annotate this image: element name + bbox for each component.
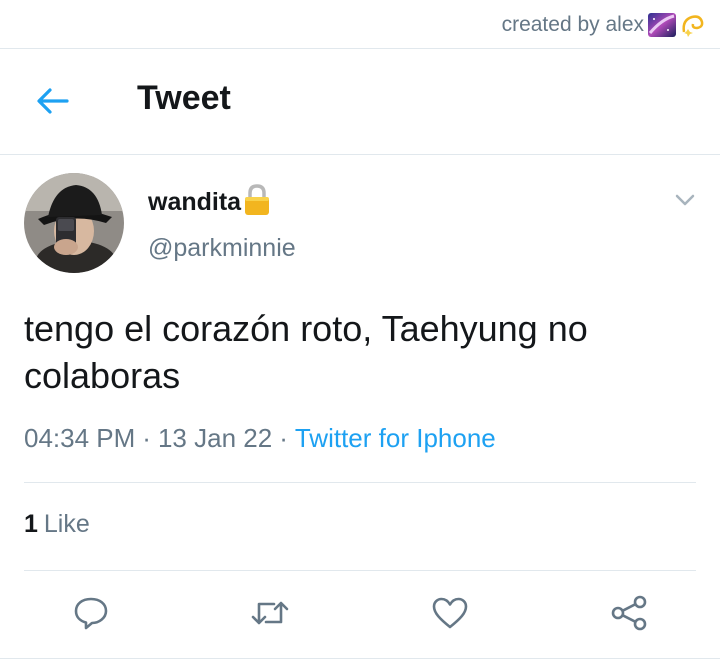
back-button[interactable] [30,82,74,120]
like-button[interactable] [426,589,474,637]
stats-divider [24,570,696,571]
share-button[interactable] [605,589,653,637]
meta-separator: · [142,423,151,453]
meta-divider [24,482,696,483]
retweet-icon [251,601,289,625]
tweet-time: 04:34 PM [24,423,136,453]
retweet-button[interactable] [246,589,294,637]
action-bar [0,589,720,639]
tweet-meta: 04:34 PM · 13 Jan 22 · Twitter for Iphone [24,423,496,454]
lock-icon [243,184,271,221]
dizzy-icon [680,12,706,38]
more-options-button[interactable] [674,192,696,208]
tweet-text: tengo el corazón roto, Taehyung no colab… [24,308,588,396]
back-arrow-icon [37,88,69,114]
page-title: Tweet [137,79,231,117]
reply-button[interactable] [67,589,115,637]
like-label: Like [43,510,90,538]
likes-stat[interactable]: 1 Like [24,510,90,539]
meta-separator: · [279,423,288,453]
reply-icon [74,597,108,630]
bottom-divider [0,658,720,659]
credit-line: created by alex [502,10,706,40]
like-icon [432,597,468,629]
app-header: Tweet [0,49,720,154]
header-divider [0,154,720,155]
tweet-source-link[interactable]: Twitter for Iphone [295,423,496,453]
display-name: wandita [148,188,242,216]
milky-way-icon [648,13,676,37]
avatar[interactable] [24,173,124,273]
like-count: 1 [24,510,38,538]
tweet-date: 13 Jan 22 [157,423,273,453]
display-name-row[interactable]: wandita [148,184,271,221]
user-handle[interactable]: @parkminnie [148,234,296,263]
credit-text: created by alex [501,13,644,36]
share-icon [611,595,647,631]
chevron-down-icon [675,194,695,206]
